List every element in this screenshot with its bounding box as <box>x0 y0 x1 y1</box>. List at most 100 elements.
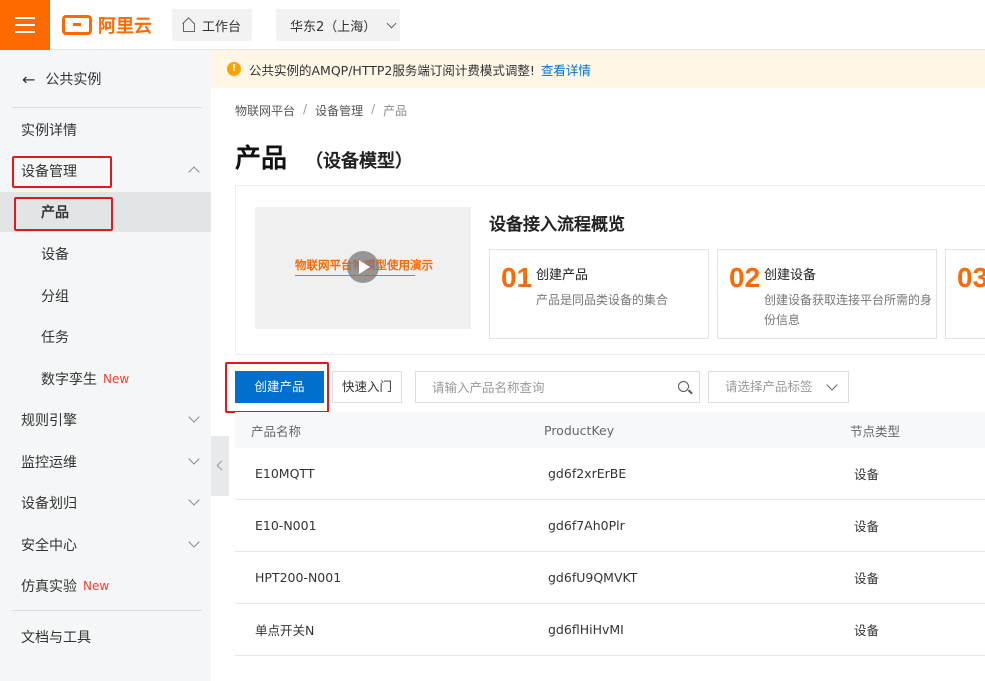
step-three[interactable]: 03 <box>945 249 985 339</box>
product-key: gd6f2xrErBE <box>548 466 627 481</box>
chevron-up-icon <box>188 166 200 178</box>
sidebar-item-security-center[interactable]: 安全中心 <box>0 525 211 565</box>
menu-icon[interactable] <box>0 0 50 50</box>
tag-select-placeholder: 请选择产品标签 <box>725 379 813 394</box>
breadcrumb-iot-platform[interactable]: 物联网平台 <box>235 102 295 119</box>
back-label: 公共实例 <box>45 72 102 88</box>
sidebar-item-label: 设备划归 <box>21 496 77 512</box>
highlight-products <box>14 197 113 231</box>
back-to-instances[interactable]: ← 公共实例 <box>0 50 211 108</box>
sidebar-item-monitoring[interactable]: 监控运维 <box>0 442 211 482</box>
divider <box>12 610 202 611</box>
column-header-node-type: 节点类型 <box>850 423 901 439</box>
product-name[interactable]: HPT200-N001 <box>255 552 341 603</box>
table-row[interactable]: 单点开关N gd6flHiHvMI 设备 <box>235 604 985 656</box>
node-type: 设备 <box>854 519 880 534</box>
sidebar-item-label: 实例详情 <box>21 123 77 139</box>
sidebar-item-label: 数字孪生 <box>41 372 97 388</box>
brand-name: 阿里云 <box>98 16 152 37</box>
page-subtitle: （设备模型） <box>305 151 414 172</box>
chevron-down-icon <box>188 536 200 548</box>
sidebar-item-label: 文档与工具 <box>21 630 91 646</box>
step-description: 创建设备获取连接平台所需的身份信息 <box>764 293 933 327</box>
search-input[interactable] <box>416 372 656 402</box>
chevron-down-icon <box>386 18 397 28</box>
aliyun-logo-icon <box>62 15 92 35</box>
sidebar-item-label: 安全中心 <box>21 538 77 554</box>
step-number: 01 <box>501 262 533 293</box>
chevron-left-icon <box>216 460 227 471</box>
page-title: 产品 （设备模型） <box>235 138 413 175</box>
sidebar-item-label: 设备 <box>41 247 69 263</box>
table-header: 产品名称 ProductKey 节点类型 <box>235 412 985 448</box>
step-description: 产品是同品类设备的集合 <box>536 293 669 307</box>
product-key: gd6flHiHvMI <box>548 622 624 637</box>
quick-start-button[interactable]: 快速入门 <box>332 371 402 403</box>
arrow-left-icon: ← <box>22 69 36 89</box>
chevron-down-icon <box>188 494 200 506</box>
chevron-down-icon <box>188 411 200 423</box>
play-icon[interactable] <box>347 251 379 283</box>
notice-text: 公共实例的AMQP/HTTP2服务端订阅计费模式调整! <box>249 62 535 78</box>
product-tag-select[interactable]: 请选择产品标签 <box>708 371 849 403</box>
new-badge: New <box>103 372 130 386</box>
step-create-product[interactable]: 01 创建产品 产品是同品类设备的集合 <box>489 249 709 339</box>
sidebar-item-docs-tools[interactable]: 文档与工具 <box>0 617 211 657</box>
product-search <box>415 371 700 403</box>
sidebar-item-label: 规则引擎 <box>21 413 77 429</box>
table-row[interactable]: E10MQTT gd6f2xrErBE 设备 <box>235 448 985 500</box>
home-icon <box>182 19 195 32</box>
workbench-button[interactable]: 工作台 <box>172 9 252 41</box>
create-product-button[interactable]: 创建产品 <box>235 371 324 403</box>
demo-video[interactable]: 物联网平台物模型使用演示 <box>255 207 471 329</box>
breadcrumb-products: 产品 <box>383 104 408 118</box>
sidebar-item-label: 监控运维 <box>21 455 77 471</box>
warning-icon: ! <box>227 62 241 76</box>
sidebar-item-groups[interactable]: 分组 <box>0 276 211 316</box>
product-key: gd6fU9QMVKT <box>548 570 638 585</box>
region-label: 华东2（上海） <box>290 19 377 35</box>
sidebar-item-rule-engine[interactable]: 规则引擎 <box>0 400 211 440</box>
step-title: 创建产品 <box>536 268 589 283</box>
product-table: 产品名称 ProductKey 节点类型 E10MQTT gd6f2xrErBE… <box>235 412 985 656</box>
chevron-down-icon <box>826 379 838 391</box>
product-name[interactable]: 单点开关N <box>255 604 314 655</box>
column-header-productkey: ProductKey <box>544 422 615 438</box>
notice-banner: ! 公共实例的AMQP/HTTP2服务端订阅计费模式调整! 查看详情 <box>211 50 985 88</box>
step-number: 02 <box>729 262 761 293</box>
node-type: 设备 <box>854 623 880 638</box>
sidebar-item-label: 任务 <box>41 330 69 346</box>
table-row[interactable]: HPT200-N001 gd6fU9QMVKT 设备 <box>235 552 985 604</box>
region-selector[interactable]: 华东2（上海） <box>276 9 400 41</box>
sidebar: ← 公共实例 实例详情 设备管理 产品 设备 分组 任务 数字孪生 New 规则引… <box>0 50 211 681</box>
sidebar-item-label: 分组 <box>41 289 69 305</box>
overview-title: 设备接入流程概览 <box>489 215 625 235</box>
highlight-device-management <box>12 156 112 188</box>
breadcrumb-device-management[interactable]: 设备管理 <box>315 102 363 119</box>
brand-logo[interactable]: 阿里云 <box>62 13 152 37</box>
sidebar-item-devices[interactable]: 设备 <box>0 234 211 274</box>
sidebar-item-tasks[interactable]: 任务 <box>0 317 211 357</box>
sidebar-item-simulation[interactable]: 仿真实验 New <box>0 566 211 606</box>
new-badge: New <box>83 579 110 593</box>
node-type: 设备 <box>854 467 880 482</box>
table-row[interactable]: E10-N001 gd6f7Ah0Plr 设备 <box>235 500 985 552</box>
search-icon[interactable] <box>678 381 689 392</box>
sidebar-item-label: 仿真实验 <box>21 579 77 595</box>
notice-details-link[interactable]: 查看详情 <box>541 60 591 79</box>
divider <box>12 107 202 108</box>
chevron-down-icon <box>188 453 200 465</box>
sidebar-item-instance-details[interactable]: 实例详情 <box>0 110 211 150</box>
sidebar-item-device-assignment[interactable]: 设备划归 <box>0 483 211 523</box>
product-name[interactable]: E10-N001 <box>255 500 317 551</box>
step-number: 03 <box>957 262 985 293</box>
onboarding-overview: 物联网平台物模型使用演示 设备接入流程概览 01 创建产品 产品是同品类设备的集… <box>235 185 985 355</box>
workbench-label: 工作台 <box>202 19 242 35</box>
step-create-device[interactable]: 02 创建设备 创建设备获取连接平台所需的身份信息 <box>717 249 937 339</box>
node-type: 设备 <box>854 571 880 586</box>
product-key: gd6f7Ah0Plr <box>548 518 625 533</box>
step-title: 创建设备 <box>764 268 817 283</box>
product-name[interactable]: E10MQTT <box>255 448 314 499</box>
sidebar-item-digital-twin[interactable]: 数字孪生 New <box>0 359 211 399</box>
sidebar-collapse-toggle[interactable] <box>211 436 229 496</box>
